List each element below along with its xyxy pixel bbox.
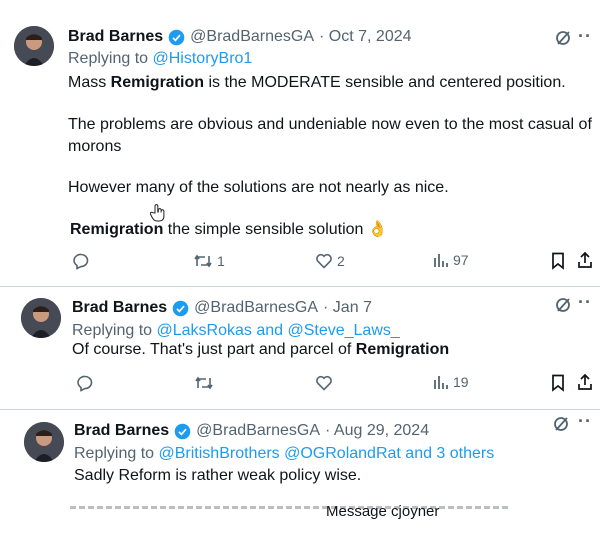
avatar[interactable] [14, 26, 54, 66]
share-icon[interactable] [577, 373, 593, 391]
verified-badge-icon [168, 29, 185, 45]
replying-to-link[interactable]: @LaksRokas and @Steve_Laws_ [157, 322, 400, 339]
retweet-icon [195, 376, 213, 390]
reply-button[interactable] [72, 252, 90, 270]
retweet-icon [194, 254, 212, 268]
heart-icon [316, 375, 332, 391]
message-bar[interactable]: Message cjoyner [0, 500, 600, 533]
tweet-date[interactable]: · Jan 7 [323, 299, 372, 317]
views-icon [434, 376, 448, 389]
author-handle[interactable]: @BradBarnesGA [196, 422, 320, 440]
grok-icon[interactable] [555, 297, 571, 313]
author-name[interactable]: Brad Barnes [72, 299, 167, 317]
reply-icon [73, 253, 89, 270]
replying-to-label: Replying to [72, 322, 157, 339]
tweet-text-line: Remigration the simple sensible solution… [70, 221, 388, 238]
tweet-text: Sadly Reform is rather weak policy wise. [74, 467, 362, 484]
tweet-text-line: However many of the solutions are not ne… [68, 179, 449, 196]
more-options-icon[interactable]: ·· [578, 292, 592, 313]
retweet-count: 1 [217, 253, 225, 269]
more-options-icon[interactable]: ·· [578, 26, 592, 47]
bookmark-icon[interactable] [551, 374, 565, 392]
tweet-date[interactable]: · Oct 7, 2024 [319, 28, 412, 46]
reply-icon [77, 375, 93, 392]
tweet-text: Of course. That's just part and parcel o… [72, 341, 450, 358]
share-icon[interactable] [577, 251, 593, 269]
tweet-text: Mass Remigration is the MODERATE sensibl… [68, 74, 566, 91]
tweet-text-line: The problems are obvious and undeniable … [68, 116, 592, 133]
tweet-divider [0, 286, 600, 287]
verified-badge-icon [172, 300, 189, 316]
reply-button[interactable] [76, 374, 94, 392]
author-handle[interactable]: @BradBarnesGA [190, 28, 314, 46]
grok-icon[interactable] [555, 30, 571, 46]
replying-to-link[interactable]: @BritishBrothers @OGRolandRat and 3 othe… [159, 445, 495, 462]
avatar[interactable] [24, 422, 64, 462]
replying-to-label: Replying to [74, 445, 159, 462]
tweet-date[interactable]: · Aug 29, 2024 [325, 422, 429, 440]
view-count: 97 [453, 252, 469, 268]
heart-icon [316, 253, 332, 269]
like-count: 2 [337, 253, 345, 269]
bookmark-icon[interactable] [551, 252, 565, 270]
replying-to-link[interactable]: @HistoryBro1 [153, 50, 253, 67]
more-options-icon[interactable]: ·· [578, 411, 592, 432]
views-icon [434, 254, 448, 267]
author-handle[interactable]: @BradBarnesGA [194, 299, 318, 317]
retweet-button[interactable]: 1 [193, 252, 225, 270]
tweet-text-line: morons [68, 138, 122, 155]
like-button[interactable]: 2 [315, 252, 345, 270]
avatar[interactable] [21, 298, 61, 338]
views-button[interactable]: 19 [433, 374, 469, 390]
retweet-button[interactable] [194, 374, 218, 392]
view-count: 19 [453, 374, 469, 390]
verified-badge-icon [174, 423, 191, 439]
grok-icon[interactable] [553, 416, 569, 432]
author-name[interactable]: Brad Barnes [68, 28, 163, 46]
author-name[interactable]: Brad Barnes [74, 422, 169, 440]
replying-to-label: Replying to [68, 50, 153, 67]
tweet-divider [0, 409, 600, 410]
message-bar-label[interactable]: Message cjoyner [326, 503, 439, 520]
hand-cursor-icon [150, 204, 165, 222]
like-button[interactable] [315, 374, 337, 392]
views-button[interactable]: 97 [433, 252, 469, 268]
